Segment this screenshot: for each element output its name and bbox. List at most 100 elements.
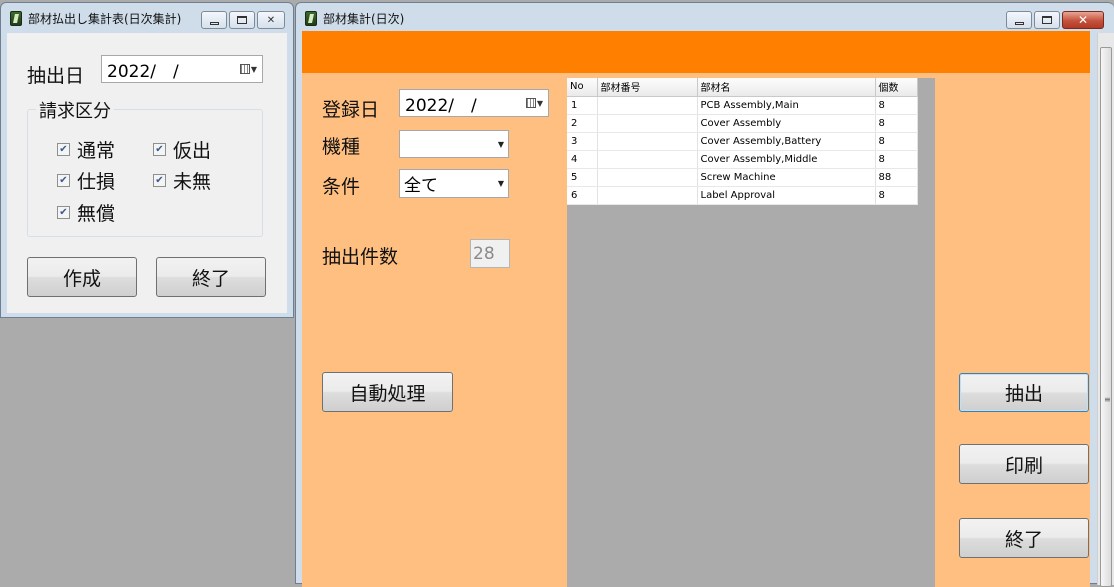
cell-no[interactable]: 2 (567, 114, 598, 133)
header-bar (302, 31, 1090, 73)
cell-no[interactable]: 6 (567, 186, 598, 205)
col-header-no[interactable]: No (567, 78, 598, 97)
model-select[interactable]: ▼ (399, 130, 509, 158)
right-client-area: 登録日 2022/ / ▼ 機種 ▼ 条件 全て ▼ 抽出件数 28 自動処理 … (302, 31, 1090, 587)
parts-table[interactable]: No 部材番号 部材名 個数 1 PCB Assembly,Main 8 2 C… (567, 78, 918, 205)
minimize-button[interactable] (201, 11, 227, 29)
extract-date-picker[interactable]: 2022/ / ▼ (101, 55, 263, 83)
table-row[interactable]: 5 Screw Machine 88 (567, 168, 918, 187)
maximize-button[interactable] (229, 11, 255, 29)
cell-no[interactable]: 1 (567, 96, 598, 115)
cell-part-name[interactable]: Cover Assembly,Middle (697, 150, 876, 169)
grip-icon: ≡ (1104, 395, 1111, 404)
cell-part-name[interactable]: Label Approval (697, 186, 876, 205)
checkbox-check-icon: ✔ (57, 143, 70, 156)
checkbox-label: 仕損 (77, 171, 116, 193)
auto-process-button[interactable]: 自動処理 (322, 372, 453, 412)
checkbox-spoilage[interactable]: ✔ 仕損 (57, 167, 115, 194)
cell-qty[interactable]: 8 (875, 150, 918, 169)
cell-part-number[interactable] (597, 150, 698, 169)
cell-no[interactable]: 5 (567, 168, 598, 187)
calendar-dropdown-icon[interactable]: ▼ (525, 98, 543, 108)
scrollbar-thumb[interactable]: ≡ (1100, 47, 1112, 587)
extract-date-label: 抽出日 (27, 65, 85, 87)
chevron-down-icon: ▼ (497, 179, 504, 188)
calendar-dropdown-icon[interactable]: ▼ (239, 64, 257, 74)
checkbox-check-icon: ✔ (153, 143, 166, 156)
model-label: 機種 (322, 136, 361, 158)
cell-qty[interactable]: 8 (875, 132, 918, 151)
create-button[interactable]: 作成 (27, 257, 137, 297)
cell-part-name[interactable]: PCB Assembly,Main (697, 96, 876, 115)
checkbox-free[interactable]: ✔ 無償 (57, 199, 115, 226)
print-button[interactable]: 印刷 (959, 444, 1089, 484)
cell-qty[interactable]: 88 (875, 168, 918, 187)
col-header-qty[interactable]: 個数 (875, 78, 918, 97)
checkbox-check-icon: ✔ (153, 174, 166, 187)
table-row[interactable]: 4 Cover Assembly,Middle 8 (567, 150, 918, 169)
checkbox-check-icon: ✔ (57, 206, 70, 219)
cell-part-number[interactable] (597, 114, 698, 133)
grid-header-row: No 部材番号 部材名 個数 (567, 78, 918, 97)
checkbox-normal[interactable]: ✔ 通常 (57, 136, 115, 163)
right-window-title: 部材集計(日次) (323, 11, 405, 26)
checkbox-provisional[interactable]: ✔ 仮出 (153, 136, 211, 163)
checkbox-label: 通常 (77, 140, 116, 162)
reg-date-value: 2022/ / (405, 95, 477, 116)
extract-button[interactable]: 抽出 (959, 373, 1089, 412)
left-exit-button[interactable]: 終了 (156, 257, 266, 297)
checkbox-label: 未無 (173, 171, 212, 193)
summary-window-daily: 部材払出し集計表(日次集計) ✕ 抽出日 2022/ / ▼ 請求区分 ✔ 通常… (0, 2, 294, 318)
cell-qty[interactable]: 8 (875, 186, 918, 205)
parts-grid[interactable]: No 部材番号 部材名 個数 1 PCB Assembly,Main 8 2 C… (567, 78, 935, 587)
cell-qty[interactable]: 8 (875, 114, 918, 133)
app-icon (10, 10, 22, 26)
cell-no[interactable]: 4 (567, 150, 598, 169)
cell-qty[interactable]: 8 (875, 96, 918, 115)
app-icon (305, 10, 317, 26)
cell-part-number[interactable] (597, 132, 698, 151)
close-button[interactable]: ✕ (1062, 11, 1104, 29)
col-header-part-number[interactable]: 部材番号 (597, 78, 698, 97)
cell-part-name[interactable]: Screw Machine (697, 168, 876, 187)
reg-date-label: 登録日 (322, 99, 380, 121)
left-titlebar[interactable]: 部材払出し集計表(日次集計) ✕ (1, 3, 293, 33)
close-icon: ✕ (266, 14, 276, 26)
condition-label: 条件 (322, 176, 361, 198)
checkbox-label: 無償 (77, 203, 116, 225)
close-button[interactable]: ✕ (257, 11, 285, 29)
maximize-button[interactable] (1034, 11, 1060, 29)
table-row[interactable]: 6 Label Approval 8 (567, 186, 918, 205)
checkbox-unbilled[interactable]: ✔ 未無 (153, 167, 211, 194)
billing-category-label: 請求区分 (36, 97, 114, 123)
condition-value: 全て (404, 176, 438, 196)
close-icon: ✕ (1077, 13, 1089, 27)
maximize-icon (1042, 16, 1052, 24)
minimize-button[interactable] (1006, 11, 1032, 29)
cell-part-number[interactable] (597, 168, 698, 187)
chevron-down-icon: ▼ (497, 139, 504, 149)
parts-summary-window: 部材集計(日次) ✕ 登録日 2022/ / ▼ 機種 ▼ 条件 全て ▼ 抽出… (295, 2, 1114, 587)
right-exit-button[interactable]: 終了 (959, 518, 1089, 558)
cell-no[interactable]: 3 (567, 132, 598, 151)
left-window-title: 部材払出し集計表(日次集計) (28, 11, 182, 26)
col-header-part-name[interactable]: 部材名 (697, 78, 876, 97)
cell-part-number[interactable] (597, 186, 698, 205)
table-row[interactable]: 3 Cover Assembly,Battery 8 (567, 132, 918, 151)
minimize-icon (209, 21, 219, 25)
count-label: 抽出件数 (322, 246, 399, 268)
checkbox-label: 仮出 (173, 140, 212, 162)
right-titlebar[interactable]: 部材集計(日次) ✕ (296, 3, 1114, 33)
condition-select[interactable]: 全て ▼ (399, 169, 509, 198)
reg-date-picker[interactable]: 2022/ / ▼ (399, 89, 549, 117)
minimize-icon (1014, 21, 1024, 25)
vertical-scrollbar[interactable]: ≡ (1097, 33, 1114, 587)
cell-part-number[interactable] (597, 96, 698, 115)
table-row[interactable]: 1 PCB Assembly,Main 8 (567, 96, 918, 115)
extract-date-value: 2022/ / (107, 61, 179, 82)
left-client-area: 抽出日 2022/ / ▼ 請求区分 ✔ 通常 ✔ 仮出 ✔ 仕損 ✔ 未無 ✔… (7, 33, 287, 313)
table-row[interactable]: 2 Cover Assembly 8 (567, 114, 918, 133)
cell-part-name[interactable]: Cover Assembly (697, 114, 876, 133)
cell-part-name[interactable]: Cover Assembly,Battery (697, 132, 876, 151)
maximize-icon (237, 16, 247, 24)
